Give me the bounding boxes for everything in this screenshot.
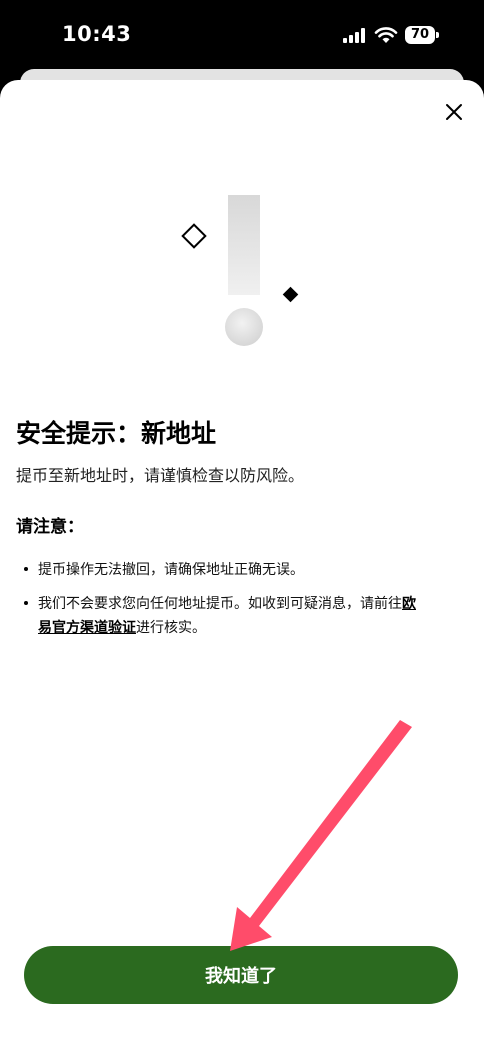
signal-icon	[343, 28, 367, 43]
bullet-2-suffix: 进行核实。	[136, 620, 206, 636]
status-time: 10:43	[62, 22, 132, 46]
modal-title: 安全提示：新地址	[16, 419, 217, 448]
acknowledge-button[interactable]: 我知道了	[24, 946, 458, 1004]
official-channel-link[interactable]: 易官方渠道验证	[38, 620, 136, 636]
warning-exclamation-illustration	[181, 195, 299, 346]
bullet-text-2-line2: 易官方渠道验证进行核实。	[38, 617, 206, 637]
close-icon[interactable]	[441, 99, 467, 125]
note-heading: 请注意：	[16, 517, 84, 537]
battery-icon: 70	[405, 26, 435, 44]
bullet-dot	[24, 601, 28, 605]
official-channel-link-part1[interactable]: 欧	[402, 596, 416, 612]
battery-nub	[436, 32, 439, 38]
status-bar: 10:43 70	[0, 0, 484, 72]
bullet-text-2-line1: 我们不会要求您向任何地址提币。如收到可疑消息，请前往欧	[38, 593, 416, 613]
bullet-text-1: 提币操作无法撤回，请确保地址正确无误。	[38, 562, 304, 578]
bullet-2-prefix: 我们不会要求您向任何地址提币。如收到可疑消息，请前往	[38, 596, 402, 612]
modal-subtitle: 提币至新地址时，请谨慎检查以防风险。	[16, 466, 305, 485]
wifi-icon	[374, 27, 398, 43]
bullet-dot	[24, 567, 28, 571]
